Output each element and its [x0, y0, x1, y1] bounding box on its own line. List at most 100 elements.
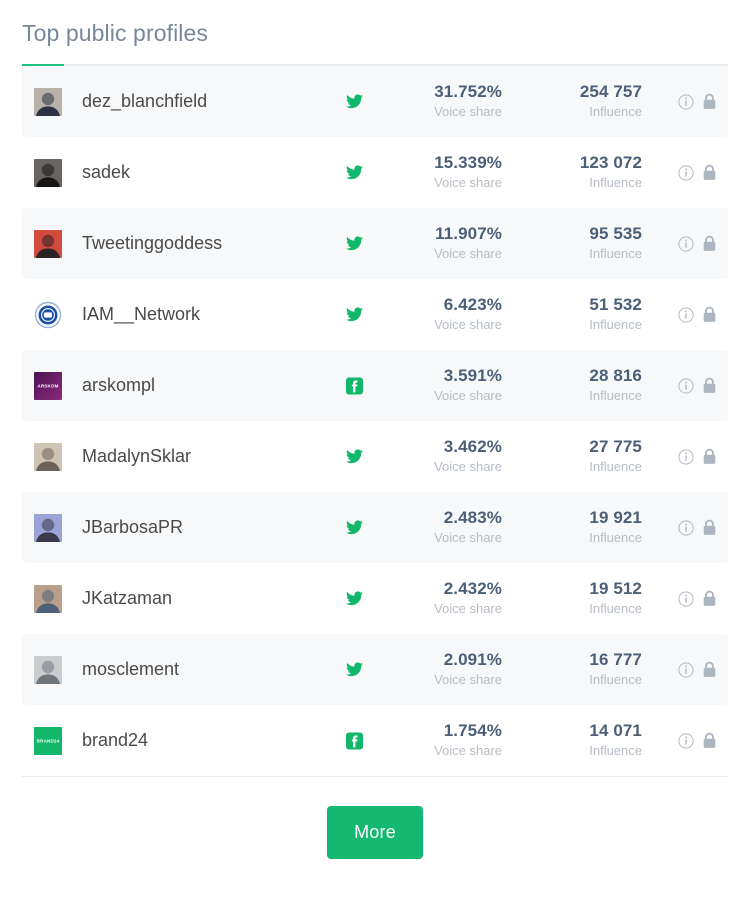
- lock-icon[interactable]: [701, 590, 718, 607]
- lock-icon[interactable]: [701, 235, 718, 252]
- twitter-icon[interactable]: [346, 93, 363, 110]
- profile-name[interactable]: sadek: [82, 162, 324, 183]
- lock-icon[interactable]: [701, 377, 718, 394]
- voice-share-metric: 31.752%Voice share: [384, 82, 502, 121]
- influence-metric: 19 921Influence: [502, 508, 642, 547]
- voice-share-value: 1.754%: [384, 721, 502, 741]
- influence-label: Influence: [502, 174, 642, 192]
- voice-share-value: 6.423%: [384, 295, 502, 315]
- twitter-icon[interactable]: [346, 306, 363, 323]
- info-circle-icon[interactable]: [677, 448, 694, 465]
- twitter-icon[interactable]: [346, 661, 363, 678]
- lock-icon[interactable]: [701, 661, 718, 678]
- twitter-icon[interactable]: [346, 590, 363, 607]
- profile-name[interactable]: mosclement: [82, 659, 324, 680]
- social-network-cell: [324, 93, 384, 110]
- voice-share-label: Voice share: [384, 529, 502, 547]
- profile-name[interactable]: JBarbosaPR: [82, 517, 324, 538]
- profile-name[interactable]: arskompl: [82, 375, 324, 396]
- voice-share-metric: 6.423%Voice share: [384, 295, 502, 334]
- influence-metric: 19 512Influence: [502, 579, 642, 618]
- row-actions: [642, 448, 718, 465]
- title-underline: [22, 64, 728, 66]
- profile-name[interactable]: MadalynSklar: [82, 446, 324, 467]
- row-actions: [642, 377, 718, 394]
- avatar: BRAND24: [34, 727, 62, 755]
- profile-list: dez_blanchfield 31.752%Voice share254 757…: [0, 66, 750, 776]
- info-circle-icon[interactable]: [677, 732, 694, 749]
- profile-row[interactable]: IAMIAM__Network6.423%Voice share51 532In…: [22, 279, 728, 350]
- influence-metric: 16 777Influence: [502, 650, 642, 689]
- profile-row[interactable]: JKatzaman2.432%Voice share19 512Influenc…: [22, 563, 728, 634]
- lock-icon[interactable]: [701, 732, 718, 749]
- profile-row[interactable]: MadalynSklar 3.462%Voice share27 775Influ…: [22, 421, 728, 492]
- row-actions: [642, 732, 718, 749]
- widget-header: Top public profiles: [0, 0, 750, 66]
- influence-value: 123 072: [502, 153, 642, 173]
- avatar-logo-text: IAM: [34, 312, 62, 317]
- influence-metric: 95 535Influence: [502, 224, 642, 263]
- info-circle-icon[interactable]: [677, 93, 694, 110]
- info-circle-icon[interactable]: [677, 590, 694, 607]
- voice-share-metric: 3.462%Voice share: [384, 437, 502, 476]
- top-public-profiles-widget: Top public profiles dez_blanchfield 31.75…: [0, 0, 750, 901]
- influence-metric: 28 816Influence: [502, 366, 642, 405]
- voice-share-value: 2.432%: [384, 579, 502, 599]
- info-circle-icon[interactable]: [677, 164, 694, 181]
- influence-label: Influence: [502, 387, 642, 405]
- info-circle-icon[interactable]: [677, 519, 694, 536]
- voice-share-label: Voice share: [384, 316, 502, 334]
- facebook-icon[interactable]: [346, 377, 363, 394]
- facebook-icon[interactable]: [346, 732, 363, 749]
- profile-name[interactable]: IAM__Network: [82, 304, 324, 325]
- avatar: [34, 159, 62, 187]
- info-circle-icon[interactable]: [677, 306, 694, 323]
- profile-row[interactable]: ARSKOM arskompl 3.591%Voice share28 816Inf…: [22, 350, 728, 421]
- influence-value: 16 777: [502, 650, 642, 670]
- twitter-icon[interactable]: [346, 235, 363, 252]
- lock-icon[interactable]: [701, 306, 718, 323]
- avatar-logo-text: BRAND24: [34, 738, 62, 743]
- twitter-icon[interactable]: [346, 448, 363, 465]
- influence-value: 19 921: [502, 508, 642, 528]
- profile-row[interactable]: BRAND24brand241.754%Voice share14 071Inf…: [22, 705, 728, 776]
- profile-name[interactable]: brand24: [82, 730, 324, 751]
- lock-icon[interactable]: [701, 519, 718, 536]
- profile-name[interactable]: dez_blanchfield: [82, 91, 324, 112]
- lock-icon[interactable]: [701, 164, 718, 181]
- voice-share-metric: 2.091%Voice share: [384, 650, 502, 689]
- voice-share-label: Voice share: [384, 458, 502, 476]
- more-button[interactable]: More: [327, 806, 423, 859]
- lock-icon[interactable]: [701, 93, 718, 110]
- social-network-cell: [324, 590, 384, 607]
- twitter-icon[interactable]: [346, 519, 363, 536]
- row-actions: [642, 519, 718, 536]
- profile-row[interactable]: mosclement 2.091%Voice share16 777Influen…: [22, 634, 728, 705]
- influence-value: 14 071: [502, 721, 642, 741]
- social-network-cell: [324, 519, 384, 536]
- social-network-cell: [324, 306, 384, 323]
- profile-row[interactable]: sadek15.339%Voice share123 072Influence: [22, 137, 728, 208]
- row-actions: [642, 306, 718, 323]
- avatar: [34, 514, 62, 542]
- influence-metric: 254 757Influence: [502, 82, 642, 121]
- profile-name[interactable]: JKatzaman: [82, 588, 324, 609]
- lock-icon[interactable]: [701, 448, 718, 465]
- info-circle-icon[interactable]: [677, 377, 694, 394]
- avatar: [34, 88, 62, 116]
- info-circle-icon[interactable]: [677, 661, 694, 678]
- profile-row[interactable]: Tweetinggoddess11.907%Voice share95 535I…: [22, 208, 728, 279]
- info-circle-icon[interactable]: [677, 235, 694, 252]
- voice-share-metric: 3.591%Voice share: [384, 366, 502, 405]
- influence-label: Influence: [502, 671, 642, 689]
- profile-name[interactable]: Tweetinggoddess: [82, 233, 324, 254]
- page-title: Top public profiles: [22, 18, 728, 64]
- influence-label: Influence: [502, 600, 642, 618]
- social-network-cell: [324, 377, 384, 394]
- twitter-icon[interactable]: [346, 164, 363, 181]
- voice-share-value: 2.483%: [384, 508, 502, 528]
- profile-row[interactable]: JBarbosaPR 2.483%Voice share19 921Influen…: [22, 492, 728, 563]
- influence-metric: 27 775Influence: [502, 437, 642, 476]
- profile-row[interactable]: dez_blanchfield 31.752%Voice share254 757…: [22, 66, 728, 137]
- avatar-logo-text: ARSKOM: [34, 383, 62, 388]
